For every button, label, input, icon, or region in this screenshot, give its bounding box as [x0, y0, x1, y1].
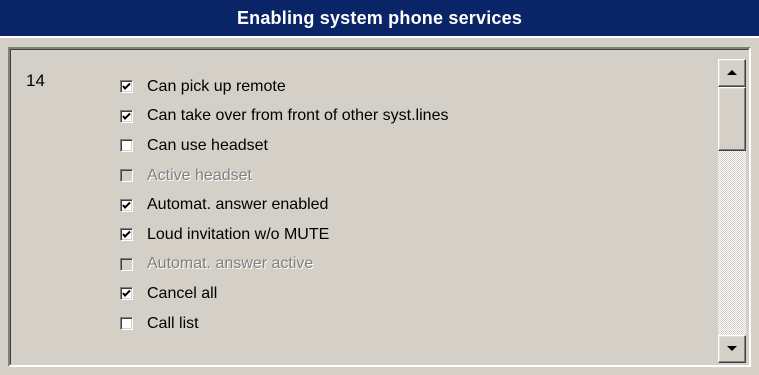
option-row[interactable]: Can pick up remote [120, 72, 448, 102]
option-label: Can use headset [147, 136, 268, 154]
checkbox [120, 257, 133, 271]
checkmark-icon [122, 201, 131, 209]
checkbox[interactable] [120, 139, 133, 153]
scroll-thumb[interactable] [718, 87, 746, 151]
scroll-up-button[interactable] [718, 59, 746, 87]
arrow-down-icon [727, 346, 737, 351]
checkmark-icon [122, 112, 131, 120]
option-row[interactable]: Automat. answer enabled [120, 190, 448, 220]
option-row[interactable]: Cancel all [120, 279, 448, 309]
option-row: Active headset [120, 161, 448, 191]
window-title: Enabling system phone services [236, 7, 523, 28]
checkbox [120, 169, 133, 183]
checkbox[interactable] [120, 287, 133, 301]
option-label: Can take over from front of other syst.l… [147, 107, 449, 125]
title-bar: Enabling system phone services [0, 0, 759, 38]
option-row[interactable]: Can use headset [120, 131, 448, 161]
scroll-down-button[interactable] [718, 335, 746, 363]
checkbox[interactable] [120, 80, 133, 94]
option-label: Automat. answer active [147, 255, 314, 273]
checkbox[interactable] [120, 228, 133, 242]
option-row[interactable]: Loud invitation w/o MUTE [120, 220, 448, 250]
option-label: Call list [147, 314, 199, 332]
option-label: Cancel all [147, 284, 218, 302]
checkbox[interactable] [120, 198, 133, 212]
option-row[interactable]: Can take over from front of other syst.l… [120, 102, 448, 132]
vertical-scrollbar[interactable] [718, 59, 746, 363]
option-label: Active headset [147, 166, 252, 184]
checkmark-icon [122, 290, 131, 298]
services-panel: 14 Can pick up remote Can take over from … [8, 47, 751, 367]
row-number: 14 [26, 71, 45, 90]
option-label: Loud invitation w/o MUTE [147, 225, 330, 243]
option-label: Can pick up remote [147, 77, 286, 95]
checkmark-icon [122, 83, 131, 91]
checkbox[interactable] [120, 109, 133, 123]
option-row: Automat. answer active [120, 250, 448, 280]
option-label: Automat. answer enabled [147, 196, 329, 214]
checkmark-icon [122, 231, 131, 239]
options-list: Can pick up remote Can take over from fro… [120, 72, 448, 338]
checkbox[interactable] [120, 317, 133, 331]
option-row[interactable]: Call list [120, 309, 448, 339]
arrow-up-icon [727, 70, 737, 75]
